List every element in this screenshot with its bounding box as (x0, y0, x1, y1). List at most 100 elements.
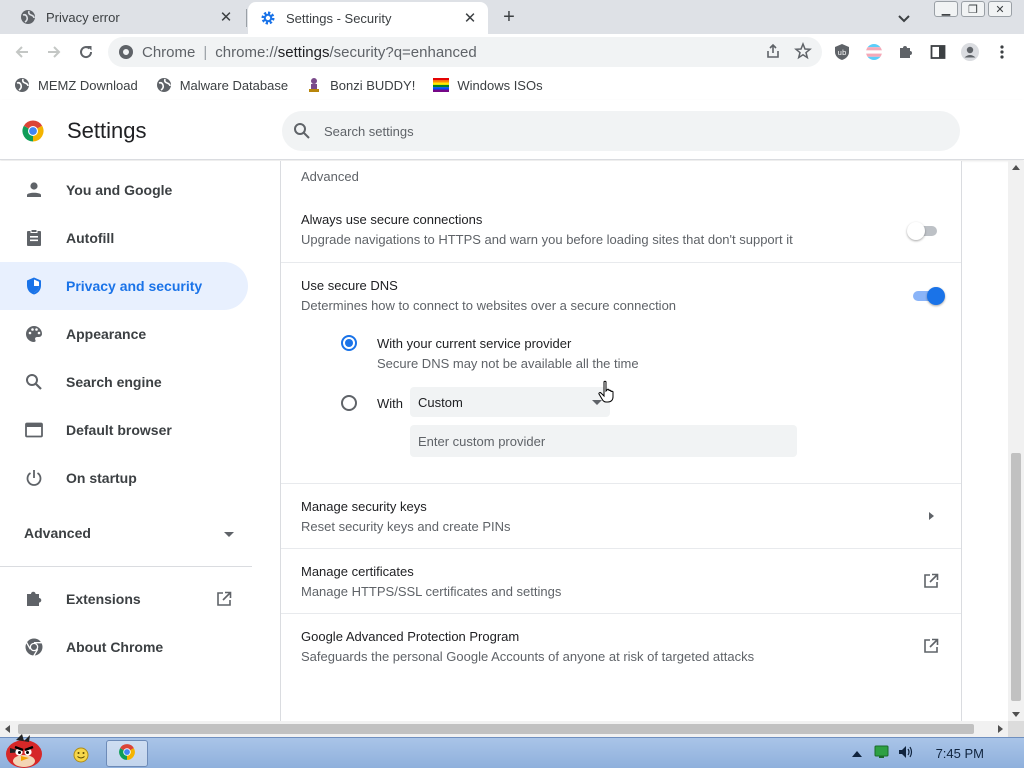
close-window-button[interactable]: ✕ (988, 1, 1012, 17)
bookmark-memz-download[interactable]: MEMZ Download (14, 77, 138, 93)
omnibox[interactable]: Chrome | chrome://settings/security?q=en… (108, 37, 822, 67)
taskbar: 7:45 PM (0, 734, 1024, 768)
sidebar-item-label: Privacy and security (66, 278, 203, 294)
globe-icon (20, 9, 36, 25)
toggle-knob (927, 287, 945, 305)
restore-button[interactable]: ❐ (961, 1, 985, 17)
sidebar-item-default-browser[interactable]: Default browser (0, 406, 248, 454)
toolbar: Chrome | chrome://settings/security?q=en… (0, 34, 1024, 70)
extensions-puzzle-icon[interactable] (894, 40, 918, 64)
tray-expand-icon[interactable] (851, 746, 862, 761)
radio-custom-provider[interactable] (341, 395, 357, 411)
share-icon[interactable] (764, 42, 782, 64)
horizontal-scroll-thumb[interactable] (18, 724, 974, 734)
tab-search-icon[interactable] (895, 9, 913, 27)
row-subtitle: Manage HTTPS/SSL certificates and settin… (301, 584, 562, 599)
tab-title: Privacy error (46, 9, 120, 25)
system-tray: 7:45 PM (851, 738, 1024, 768)
volume-icon[interactable] (898, 745, 914, 762)
row-title: Always use secure connections (301, 212, 483, 227)
hand-cursor-icon (598, 380, 616, 404)
new-tab-button[interactable]: + (498, 7, 520, 29)
profile-avatar-icon[interactable] (958, 40, 982, 64)
secure-dns-toggle[interactable] (911, 287, 945, 305)
search-settings-box[interactable] (282, 111, 960, 151)
dns-provider-select[interactable]: Custom (410, 387, 610, 417)
menu-kebab-icon[interactable] (990, 40, 1014, 64)
row-secure-connections[interactable]: Always use secure connections Upgrade na… (281, 197, 961, 263)
sidebar-item-appearance[interactable]: Appearance (0, 310, 248, 358)
vertical-scrollbar[interactable] (1008, 161, 1024, 721)
sidebar-item-label: Search engine (66, 374, 162, 390)
search-icon (24, 372, 44, 392)
row-subtitle: Safeguards the personal Google Accounts … (301, 649, 755, 664)
row-manage-security-keys[interactable]: Manage security keys Reset security keys… (281, 484, 961, 548)
minimize-button[interactable]: ▁ (934, 1, 958, 17)
option-current-subtitle: Secure DNS may not be available all the … (377, 356, 639, 371)
omnibox-separator: | (203, 43, 208, 61)
search-settings-input[interactable] (324, 123, 904, 139)
omnibox-actions (764, 41, 812, 64)
radio-current-provider[interactable] (341, 335, 357, 351)
sidebar-item-label: You and Google (66, 182, 173, 198)
sidebar-item-on-startup[interactable]: On startup (0, 454, 248, 502)
section-label-advanced: Advanced (301, 169, 359, 184)
chrome-logo-icon (24, 637, 44, 657)
omnibox-url: chrome://settings/security?q=enhanced (215, 44, 476, 61)
bookmark-bonzi-buddy[interactable]: Bonzi BUDDY! (306, 77, 415, 93)
pride-extension-icon[interactable] (862, 40, 886, 64)
sidebar-item-search-engine[interactable]: Search engine (0, 358, 248, 406)
chrome-page-icon (118, 44, 134, 60)
page-title: Settings (67, 118, 147, 143)
scroll-down-arrow-icon[interactable] (1012, 712, 1020, 717)
tab-title: Settings - Security (286, 10, 392, 26)
sidebar-item-privacy-and-security[interactable]: Privacy and security (0, 262, 248, 310)
open-in-new-icon (922, 637, 940, 655)
sidebar-item-autofill[interactable]: Autofill (0, 214, 248, 262)
reload-button[interactable] (74, 40, 98, 64)
horizontal-scrollbar[interactable] (0, 721, 1008, 737)
ublock-icon[interactable]: ub (830, 40, 854, 64)
sidebar-item-label: Extensions (66, 591, 141, 607)
close-tab-icon[interactable]: ✕ (216, 7, 236, 27)
bookmark-star-icon[interactable] (794, 41, 812, 64)
tab-settings-security[interactable]: Settings - Security ✕ (248, 2, 488, 34)
bookmark-windows-isos[interactable]: Windows ISOs (433, 77, 543, 93)
row-manage-certificates[interactable]: Manage certificates Manage HTTPS/SSL cer… (281, 549, 961, 613)
side-panel-icon[interactable] (926, 40, 950, 64)
close-tab-icon[interactable]: ✕ (460, 8, 480, 28)
row-title: Manage certificates (301, 564, 414, 579)
scroll-up-arrow-icon[interactable] (1012, 165, 1020, 170)
start-button-angry-bird-icon[interactable] (2, 730, 48, 768)
svg-text:ub: ub (838, 49, 847, 57)
network-icon[interactable] (874, 745, 890, 762)
taskbar-chrome-button[interactable] (106, 740, 148, 767)
sidebar-item-you-and-google[interactable]: You and Google (0, 166, 248, 214)
back-button[interactable] (10, 40, 34, 64)
scrollbar-corner (1008, 721, 1024, 737)
vertical-scroll-thumb[interactable] (1011, 453, 1021, 701)
toggle-knob (907, 222, 925, 240)
forward-button[interactable] (42, 40, 66, 64)
browser-icon (24, 420, 44, 440)
tab-privacy-error[interactable]: Privacy error ✕ (8, 0, 244, 34)
tab-strip: Privacy error ✕ Settings - Security ✕ + … (0, 0, 1024, 34)
sidebar-item-extensions[interactable]: Extensions (0, 575, 248, 623)
omnibox-prefix: Chrome (142, 43, 196, 61)
scroll-right-arrow-icon[interactable] (998, 725, 1003, 733)
sidebar: You and Google Autofill Privacy and secu… (0, 161, 280, 721)
bookmark-malware-database[interactable]: Malware Database (156, 77, 288, 93)
search-icon (292, 121, 312, 141)
gear-icon (260, 10, 276, 26)
secure-connections-toggle[interactable] (907, 222, 939, 240)
row-advanced-protection[interactable]: Google Advanced Protection Program Safeg… (281, 614, 961, 678)
taskbar-clock[interactable]: 7:45 PM (936, 746, 984, 761)
custom-provider-input[interactable] (410, 425, 797, 457)
taskbar-folder-icon[interactable] (70, 740, 92, 767)
extensions-puzzle-icon (24, 589, 44, 609)
sidebar-advanced-toggle[interactable]: Advanced (24, 525, 234, 541)
option-current-title: With your current service provider (377, 336, 572, 351)
globe-icon (14, 77, 30, 93)
sidebar-advanced-label: Advanced (24, 525, 91, 541)
sidebar-item-about-chrome[interactable]: About Chrome (0, 623, 248, 671)
